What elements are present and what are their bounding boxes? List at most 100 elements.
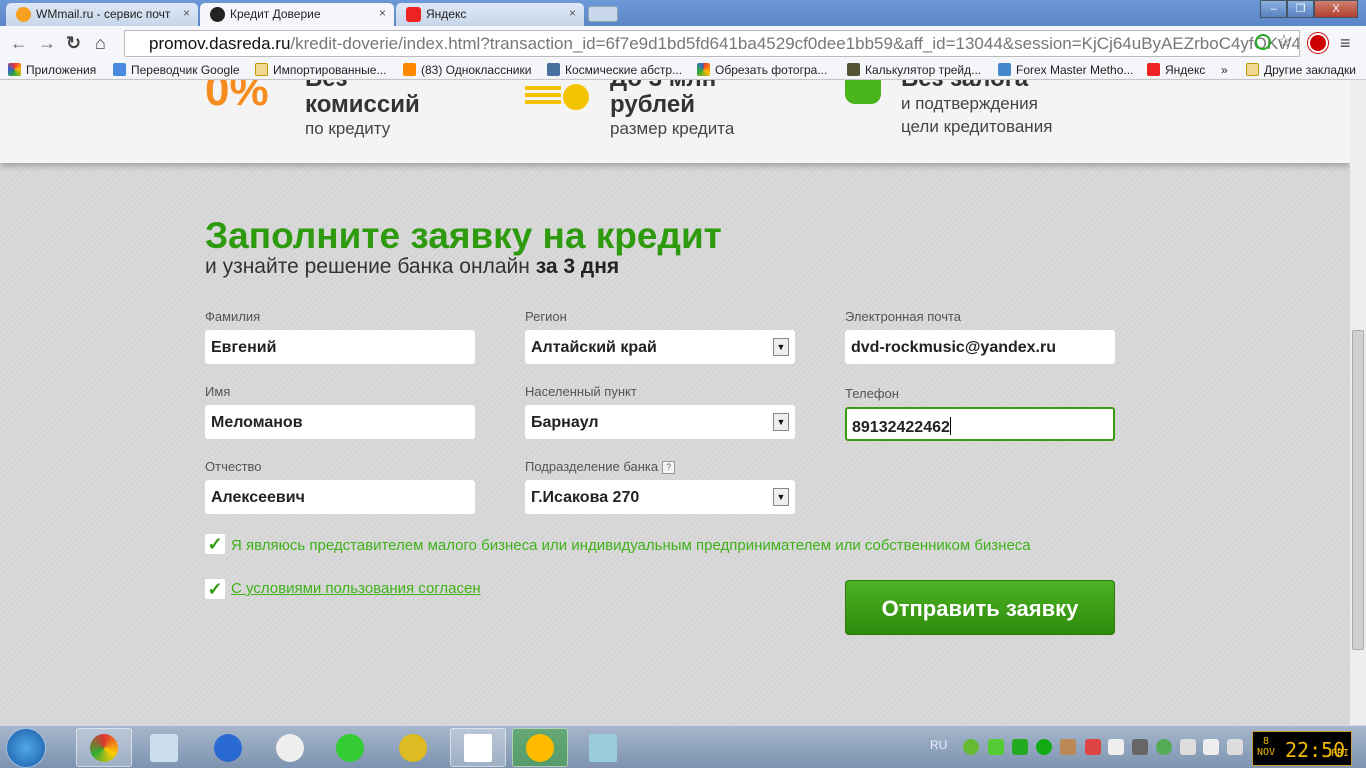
region-select[interactable]: Алтайский край ▼	[525, 330, 795, 364]
coins-icon	[525, 86, 561, 106]
name-input[interactable]: Меломанов	[205, 405, 475, 439]
clock[interactable]: 8 NOV 22:50 FRI	[1252, 731, 1352, 766]
taskbar-chrome[interactable]	[76, 728, 132, 767]
close-tab-icon[interactable]: ×	[183, 6, 190, 20]
tab-kredit-doverie[interactable]: Кредит Доверие ×	[200, 3, 394, 26]
feature-title-top: Без залога	[901, 80, 1141, 92]
alien-icon	[276, 733, 304, 762]
bookmark-other[interactable]: Другие закладки	[1246, 63, 1356, 77]
adblock-icon[interactable]	[1308, 33, 1328, 53]
taskbar-webcam[interactable]	[385, 728, 441, 767]
bookmarks-overflow[interactable]: »	[1221, 63, 1228, 77]
update-icon[interactable]	[1012, 739, 1028, 755]
apps-icon	[8, 63, 21, 76]
taskbar-alien[interactable]	[262, 728, 318, 767]
display-icon[interactable]	[1132, 739, 1148, 755]
tab-wmmail[interactable]: WMmail.ru - сервис почт ×	[6, 3, 198, 26]
new-tab-button[interactable]	[588, 6, 618, 22]
bookmark-calculator[interactable]: Калькулятор трейд...	[847, 63, 981, 77]
bookmark-odnoklassniki[interactable]: (83) Одноклассники	[403, 63, 531, 77]
email-label: Электронная почта	[845, 309, 962, 324]
taskbar-notepad[interactable]	[575, 728, 631, 767]
close-tab-icon[interactable]: ×	[379, 6, 386, 20]
features-strip: 0% Без комиссий по кредиту До 3 млн рубл…	[0, 80, 1350, 163]
taskbar-app-d[interactable]	[200, 728, 256, 767]
feature-subtitle: цели кредитования	[901, 117, 1053, 136]
chevron-down-icon[interactable]: ▼	[773, 338, 789, 356]
patronymic-input[interactable]: Алексеевич	[205, 480, 475, 514]
forex-icon	[998, 63, 1011, 76]
patronymic-label: Отчество	[205, 459, 262, 474]
chevron-down-icon[interactable]: ▼	[773, 488, 789, 506]
email-input[interactable]: dvd-rockmusic@yandex.ru	[845, 330, 1115, 364]
branch-select[interactable]: Г.Исакова 270 ▼	[525, 480, 795, 514]
feature-subtitle: размер кредита	[610, 119, 735, 138]
chart-icon	[847, 63, 860, 76]
volume-icon[interactable]	[1203, 739, 1219, 755]
wand-icon[interactable]	[1060, 739, 1076, 755]
close-tab-icon[interactable]: ×	[569, 6, 576, 20]
alp-icon	[464, 733, 492, 762]
verified-icon[interactable]	[1255, 34, 1271, 50]
percent-icon: 0%	[205, 80, 269, 115]
tab-title: Кредит Доверие	[230, 7, 321, 21]
bookmark-crop-photo[interactable]: Обрезать фотогра...	[697, 63, 827, 77]
crop-icon	[697, 63, 710, 76]
shield-icon[interactable]	[1085, 739, 1101, 755]
chrome-icon	[90, 733, 118, 762]
back-icon[interactable]: ←	[10, 33, 28, 54]
language-indicator[interactable]: RU	[930, 738, 947, 752]
phone-input[interactable]: 89132422462	[845, 407, 1115, 441]
bookmark-yandex[interactable]: Яндекс	[1147, 63, 1205, 77]
star-icon[interactable]: ☆	[1276, 31, 1292, 52]
business-checkbox[interactable]: ✓	[205, 534, 225, 554]
taskbar-mail-agent[interactable]	[322, 728, 378, 767]
restore-button[interactable]: ❐	[1287, 0, 1314, 18]
taskbar-app-green[interactable]	[512, 728, 568, 767]
taskbar-calculator[interactable]	[136, 728, 192, 767]
action-center-icon[interactable]	[1108, 739, 1124, 755]
bookmark-apps[interactable]: Приложения	[8, 63, 96, 77]
green-tray-icon[interactable]	[1156, 739, 1172, 755]
home-icon[interactable]: ⌂	[95, 33, 106, 54]
bookmark-translate[interactable]: Переводчик Google	[113, 63, 240, 77]
address-bar[interactable]: promov.dasreda.ru/kredit-doverie/index.h…	[124, 30, 1300, 57]
reload-icon[interactable]: ↻	[66, 33, 81, 54]
help-icon[interactable]: ?	[662, 461, 676, 474]
scrollbar-thumb[interactable]	[1352, 330, 1364, 650]
triangle-app-icon	[526, 733, 554, 762]
surname-label: Фамилия	[205, 309, 261, 324]
feature-title: комиссий	[305, 91, 420, 118]
phone-label: Телефон	[845, 386, 899, 401]
tab-yandex[interactable]: Яндекс ×	[396, 3, 584, 26]
forward-icon[interactable]: →	[38, 33, 56, 54]
terms-link[interactable]: С условиями пользования согласен	[231, 580, 481, 597]
menu-icon[interactable]: ≡	[1340, 33, 1351, 54]
power-icon[interactable]	[1180, 739, 1196, 755]
close-window-button[interactable]: X	[1314, 0, 1358, 18]
bookmark-imported[interactable]: Импортированные...	[255, 63, 386, 77]
usb-icon[interactable]	[988, 739, 1004, 755]
business-checkbox-label: Я являюсь представителем малого бизнеса …	[231, 537, 1031, 554]
page-scrollbar[interactable]	[1350, 80, 1366, 725]
feature-title: рублей	[610, 91, 695, 118]
start-button[interactable]	[6, 728, 46, 768]
utorrent-icon[interactable]	[963, 739, 979, 755]
taskbar-alp[interactable]	[450, 728, 506, 767]
chevron-down-icon[interactable]: ▼	[773, 413, 789, 431]
windows-taskbar: RU 8 NOV 22:50 FRI	[0, 725, 1366, 768]
calculator-icon	[150, 733, 178, 762]
submit-application-button[interactable]: Отправить заявку	[845, 580, 1115, 635]
page-content: 0% Без комиссий по кредиту До 3 млн рубл…	[0, 80, 1350, 725]
notepad-icon	[589, 733, 617, 762]
network-icon[interactable]	[1227, 739, 1243, 755]
minimize-button[interactable]: –	[1260, 0, 1287, 18]
city-select[interactable]: Барнаул ▼	[525, 405, 795, 439]
ok-icon	[403, 63, 416, 76]
bookmark-vk[interactable]: Космические абстр...	[547, 63, 682, 77]
terms-checkbox[interactable]: ✓	[205, 579, 225, 599]
wmmail-favicon-icon	[16, 7, 31, 22]
surname-input[interactable]: Евгений	[205, 330, 475, 364]
bookmark-forex[interactable]: Forex Master Metho...	[998, 63, 1133, 77]
eye-icon[interactable]	[1036, 739, 1052, 755]
